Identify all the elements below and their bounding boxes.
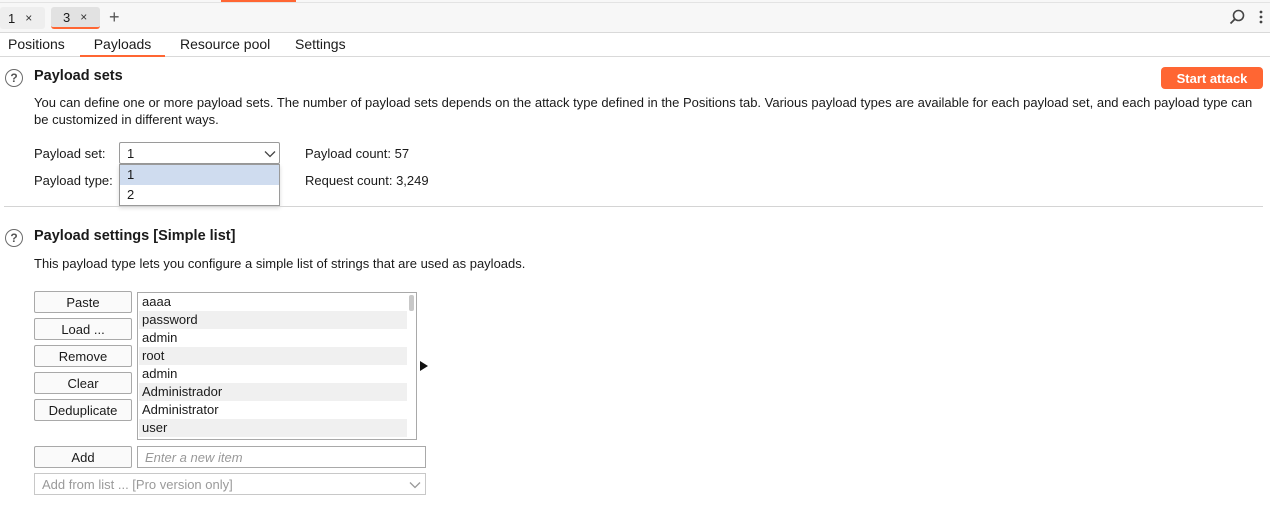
payload-set-select[interactable]: 1 [119, 142, 280, 164]
payload-sets-description: You can define one or more payload sets.… [34, 95, 1253, 127]
request-count: Request count: 3,249 [305, 173, 429, 188]
new-item-field[interactable] [137, 446, 426, 468]
section-divider [4, 206, 1263, 207]
payload-set-label: Payload set: [34, 146, 106, 161]
window-tab-strip: 1 × 3 × + [0, 0, 1270, 33]
payload-settings-title: Payload settings [Simple list] [34, 228, 236, 244]
list-scrollbar[interactable] [409, 295, 414, 311]
attack-sub-tabs: Positions Payloads Resource pool Setting… [0, 33, 1270, 57]
window-tab-label: 3 [63, 9, 71, 25]
tab-resource-pool[interactable]: Resource pool [180, 36, 270, 52]
request-count-value: 3,249 [396, 173, 429, 188]
payload-list[interactable]: aaaa password admin root admin Administr… [137, 292, 417, 440]
window-tab-3[interactable]: 3 × [51, 7, 100, 29]
payload-sets-title: Payload sets [34, 68, 123, 84]
list-item[interactable]: admin [139, 329, 407, 347]
list-item[interactable]: guest [139, 437, 407, 439]
tab-payloads[interactable]: Payloads [80, 36, 165, 57]
close-icon[interactable]: × [25, 11, 32, 25]
dropdown-option-1[interactable]: 1 [120, 165, 279, 185]
help-icon[interactable]: ? [5, 229, 23, 247]
load-button[interactable]: Load ... [34, 318, 132, 340]
list-item[interactable]: admin [139, 365, 407, 383]
arrow-right-icon[interactable] [420, 361, 428, 371]
list-item[interactable]: password [139, 311, 407, 329]
window-tab-1[interactable]: 1 × [0, 7, 45, 29]
deduplicate-button[interactable]: Deduplicate [34, 399, 132, 421]
chevron-down-icon [264, 151, 276, 158]
top-border [0, 2, 1270, 3]
payload-count: Payload count: 57 [305, 146, 409, 161]
payload-set-value: 1 [127, 146, 135, 161]
plus-icon[interactable]: + [109, 7, 120, 27]
tab-settings[interactable]: Settings [295, 36, 346, 52]
list-item[interactable]: user [139, 419, 407, 437]
payload-set-dropdown: 1 2 [119, 164, 280, 206]
payload-type-label: Payload type: [34, 173, 113, 188]
close-icon[interactable]: × [80, 10, 87, 24]
window-tab-label: 1 [8, 10, 16, 26]
dropdown-option-2[interactable]: 2 [120, 185, 279, 205]
list-item[interactable]: root [139, 347, 407, 365]
list-item[interactable]: aaaa [139, 293, 407, 311]
new-item-input[interactable] [138, 447, 425, 467]
tab-positions[interactable]: Positions [8, 36, 65, 52]
payload-settings-description: This payload type lets you configure a s… [34, 256, 526, 271]
list-item[interactable]: Administrator [139, 401, 407, 419]
more-vertical-icon[interactable] [1258, 9, 1264, 25]
payload-count-label: Payload count: [305, 146, 392, 161]
add-from-list-select[interactable]: Add from list ... [Pro version only] [34, 473, 426, 495]
start-attack-button[interactable]: Start attack [1161, 67, 1263, 89]
add-button[interactable]: Add [34, 446, 132, 468]
request-count-label: Request count: [305, 173, 393, 188]
clear-button[interactable]: Clear [34, 372, 132, 394]
payload-count-value: 57 [394, 146, 410, 161]
search-icon[interactable] [1229, 9, 1245, 25]
add-from-list-value: Add from list ... [Pro version only] [42, 477, 233, 492]
chevron-down-icon [409, 482, 421, 489]
help-icon[interactable]: ? [5, 69, 23, 87]
paste-button[interactable]: Paste [34, 291, 132, 313]
list-item[interactable]: Administrador [139, 383, 407, 401]
remove-button[interactable]: Remove [34, 345, 132, 367]
